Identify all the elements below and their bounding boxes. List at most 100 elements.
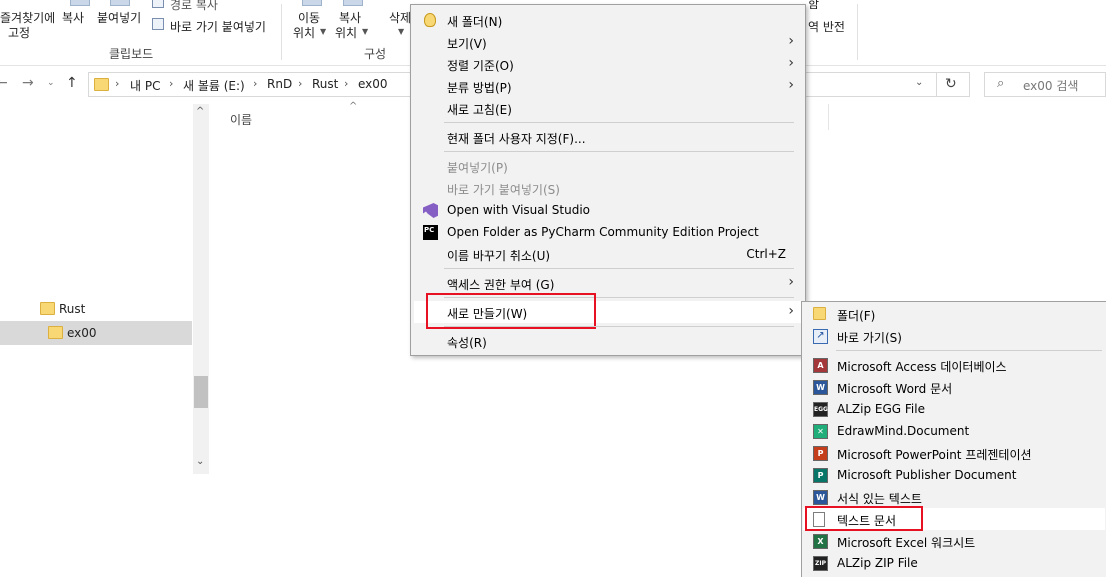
submenu-item-label: Microsoft Word 문서 (837, 382, 953, 396)
submenu-item-folder[interactable]: 폴더(F) (803, 303, 1105, 325)
chevron-right-icon: › (788, 33, 794, 49)
menu-item-give-access[interactable]: 액세스 권한 부여 (G) › (414, 272, 802, 294)
folder-icon (813, 307, 826, 320)
access-icon: A (813, 358, 828, 373)
submenu-item-access[interactable]: A Microsoft Access 데이터베이스 (803, 354, 1105, 376)
recent-locations-icon[interactable]: ⌄ (47, 78, 55, 88)
chevron-right-icon: › (788, 303, 794, 319)
menu-item-paste-shortcut[interactable]: 바로 가기 붙여넣기(S) (414, 177, 802, 199)
column-header-name[interactable]: 이름 (230, 111, 252, 128)
zip-file-icon: ZIP (813, 556, 828, 571)
breadcrumb-volume-e[interactable]: 새 볼륨 (E:) (183, 77, 245, 94)
menu-item-label: Open with Visual Studio (447, 203, 590, 217)
breadcrumb-separator-icon[interactable]: › (253, 77, 257, 90)
scroll-up-icon[interactable]: ^ (196, 106, 204, 117)
delete-dropdown-icon[interactable]: ▼ (398, 27, 404, 36)
menu-item-label: 이름 바꾸기 취소(U) (447, 249, 551, 263)
pycharm-icon: PC (423, 225, 438, 240)
excel-icon: X (813, 534, 828, 549)
navigation-scrollbar[interactable]: ^ ⌄ (193, 104, 209, 474)
highlight-box-text-document (805, 506, 923, 531)
copy-to-icon (343, 0, 363, 6)
breadcrumb-separator-icon[interactable]: › (344, 77, 348, 90)
menu-item-customize-folder[interactable]: 현재 폴더 사용자 지정(F)... (414, 126, 802, 148)
menu-item-label: 새 폴더(N) (447, 15, 503, 29)
menu-item-label: 바로 가기 붙여넣기(S) (447, 183, 560, 197)
menu-item-group-by[interactable]: 분류 방법(P) › (414, 75, 802, 97)
paste-button[interactable]: 붙여넣기 (97, 9, 141, 26)
navigation-pane: Rust ex00 ^ ⌄ (0, 104, 210, 577)
submenu-item-publisher[interactable]: P Microsoft Publisher Document (803, 464, 1105, 486)
folder-icon (48, 326, 63, 339)
breadcrumb-rnd[interactable]: RnD (267, 77, 292, 91)
move-to-button-line2[interactable]: 위치 (293, 24, 315, 41)
address-history-dropdown-icon[interactable]: ⌄ (915, 77, 923, 88)
scroll-down-icon[interactable]: ⌄ (196, 456, 204, 467)
menu-item-view[interactable]: 보기(V) › (414, 31, 802, 53)
menu-item-label: 정렬 기준(O) (447, 59, 514, 73)
submenu-item-rich-text[interactable]: W 서식 있는 텍스트 (803, 486, 1105, 508)
menu-item-refresh[interactable]: 새로 고침(E) (414, 97, 802, 119)
invert-selection-button[interactable]: 역 반전 (808, 18, 845, 35)
submenu-item-edrawmind[interactable]: ✕ EdrawMind.Document (803, 420, 1105, 442)
submenu-item-shortcut[interactable]: ↗ 바로 가기(S) (803, 325, 1105, 347)
refresh-icon[interactable]: ↻ (945, 76, 957, 92)
move-to-dropdown-icon[interactable]: ▼ (320, 27, 326, 36)
menu-item-paste[interactable]: 붙여넣기(P) (414, 155, 802, 177)
copy-icon (70, 0, 90, 6)
move-to-icon (302, 0, 322, 6)
publisher-icon: P (813, 468, 828, 483)
menu-item-properties[interactable]: 속성(R) (414, 330, 802, 352)
breadcrumb-separator-icon[interactable]: › (169, 77, 173, 90)
copy-to-button-line2[interactable]: 위치 (335, 24, 357, 41)
select-none-partial[interactable]: 함 (808, 0, 819, 12)
highlight-box-new (426, 293, 596, 329)
breadcrumb-rust[interactable]: Rust (312, 77, 338, 91)
submenu-item-alzip-egg[interactable]: EGG ALZip EGG File (803, 398, 1105, 420)
powerpoint-icon: P (813, 446, 828, 461)
submenu-item-label: Microsoft Publisher Document (837, 468, 1017, 482)
scrollbar-thumb[interactable] (194, 376, 208, 408)
column-divider[interactable] (828, 104, 829, 130)
menu-item-label: Open Folder as PyCharm Community Edition… (447, 225, 759, 239)
visual-studio-icon (423, 203, 438, 218)
paste-shortcut-button[interactable]: 바로 가기 붙여넣기 (170, 18, 266, 35)
menu-item-open-pycharm[interactable]: PC Open Folder as PyCharm Community Edit… (414, 221, 802, 243)
breadcrumb-this-pc[interactable]: 내 PC (130, 77, 160, 94)
menu-item-new-folder[interactable]: 새 폴더(N) (414, 9, 802, 31)
submenu-item-word[interactable]: W Microsoft Word 문서 (803, 376, 1105, 398)
submenu-item-alzip-zip[interactable]: ZIP ALZip ZIP File (803, 552, 1105, 574)
edrawmind-icon: ✕ (813, 424, 828, 439)
submenu-item-powerpoint[interactable]: P Microsoft PowerPoint 프레젠테이션 (803, 442, 1105, 464)
up-button[interactable]: ↑ (66, 75, 78, 91)
word-icon: W (813, 380, 828, 395)
copy-button[interactable]: 복사 (62, 9, 84, 26)
submenu-item-excel[interactable]: X Microsoft Excel 워크시트 (803, 530, 1105, 552)
breadcrumb-ex00[interactable]: ex00 (358, 77, 388, 91)
back-button[interactable]: ← (0, 75, 8, 91)
forward-button[interactable]: → (22, 75, 34, 91)
copy-path-button[interactable]: 경로 복사 (170, 0, 218, 13)
copy-to-dropdown-icon[interactable]: ▼ (362, 27, 368, 36)
new-folder-icon (424, 13, 436, 27)
ribbon-separator (281, 4, 282, 60)
delete-button[interactable]: 삭제 (389, 9, 411, 26)
search-box[interactable]: ⌕ ex00 검색 (984, 72, 1106, 97)
submenu-item-label: Microsoft PowerPoint 프레젠테이션 (837, 448, 1032, 462)
file-explorer-window: 즐겨찾기에 고정 복사 붙여넣기 경로 복사 바로 가기 붙여넣기 클립보드 이… (0, 0, 1106, 577)
tree-item-ex00[interactable]: ex00 (0, 321, 192, 345)
menu-item-label: 새로 고침(E) (447, 103, 512, 117)
menu-item-open-visual-studio[interactable]: Open with Visual Studio (414, 199, 802, 221)
search-input[interactable]: ex00 검색 (1023, 77, 1078, 94)
breadcrumb-separator-icon[interactable]: › (298, 77, 302, 90)
menu-item-label: 속성(R) (447, 336, 487, 350)
pin-to-quick-access-label-2[interactable]: 고정 (8, 24, 30, 41)
submenu-item-label: Microsoft Excel 워크시트 (837, 536, 976, 550)
menu-item-sort-by[interactable]: 정렬 기준(O) › (414, 53, 802, 75)
submenu-item-label: ALZip EGG File (837, 402, 925, 416)
breadcrumb-separator-icon[interactable]: › (115, 77, 119, 90)
tree-item-rust[interactable]: Rust (0, 297, 192, 321)
chevron-right-icon: › (788, 55, 794, 71)
paste-shortcut-icon (152, 18, 164, 30)
menu-item-undo-rename[interactable]: 이름 바꾸기 취소(U) Ctrl+Z (414, 243, 802, 265)
